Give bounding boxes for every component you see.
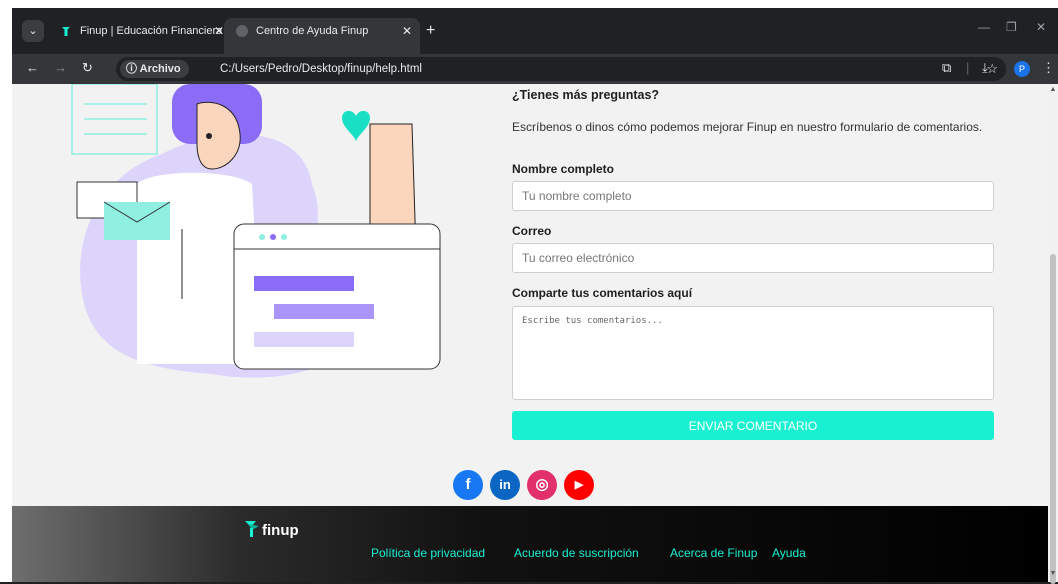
headset-mic-icon [206, 133, 212, 139]
youtube-glyph: ▶ [574, 479, 584, 491]
address-bar[interactable]: ⓘ Archivo C:/Users/Pedro/Desktop/finup/h… [116, 57, 1006, 81]
comments-label: Comparte tus comentarios aquí [512, 286, 693, 300]
window-top-strip [0, 0, 1058, 8]
profile-avatar[interactable]: P [1014, 61, 1030, 77]
tab-strip: ⌄ Finup | Educación Financiera ✕ Centro … [12, 8, 1058, 54]
page-scrollbar[interactable]: ▲ ▼ [1048, 84, 1058, 584]
instagram-icon[interactable]: ◎ [527, 470, 557, 500]
back-arrow-icon[interactable]: ← [26, 60, 39, 75]
finup-favicon-icon [62, 27, 70, 36]
site-footer: finup Política de privacidad Acuerdo de … [12, 506, 1048, 582]
about-finup-link[interactable]: Acerca de Finup [670, 546, 757, 560]
tab-close-icon[interactable]: ✕ [214, 18, 224, 44]
scroll-up-icon[interactable]: ▲ [1049, 86, 1057, 93]
facebook-icon[interactable]: f [453, 470, 483, 500]
tab-finup-educacion[interactable]: Finup | Educación Financiera ✕ [52, 18, 232, 44]
submit-feedback-button[interactable]: Enviar comentario [512, 411, 994, 440]
tab-centro-ayuda[interactable]: Centro de Ayuda Finup ✕ [224, 18, 420, 54]
tab-title: Centro de Ayuda Finup [256, 25, 369, 37]
new-tab-button[interactable]: + [426, 18, 435, 44]
scroll-down-icon[interactable]: ▼ [1049, 570, 1057, 577]
browser-window-illustration [233, 223, 441, 370]
subscription-agreement-link[interactable]: Acuerdo de suscripción [514, 546, 639, 560]
form-subheading: Escríbenos o dinos cómo podemos mejorar … [512, 120, 983, 134]
download-icon[interactable]: ⤓ [982, 60, 988, 76]
youtube-icon[interactable]: ▶ [564, 470, 594, 500]
name-label: Nombre completo [512, 162, 615, 176]
browser-toolbar: ← → ↻ ⓘ Archivo C:/Users/Pedro/Desktop/f… [12, 54, 1058, 84]
name-input[interactable] [512, 181, 994, 211]
privacy-policy-link[interactable]: Política de privacidad [371, 546, 485, 560]
instagram-glyph: ◎ [535, 476, 549, 493]
url-text[interactable]: C:/Users/Pedro/Desktop/finup/help.html [220, 57, 422, 81]
tab-close-icon[interactable]: ✕ [402, 18, 412, 44]
scroll-thumb[interactable] [1050, 254, 1056, 584]
forward-arrow-icon[interactable]: → [54, 60, 67, 75]
support-illustration [71, 84, 441, 378]
extensions-icon[interactable]: ⧉ [942, 60, 951, 76]
minimize-icon[interactable]: — [978, 20, 990, 34]
finup-logo-icon [245, 521, 259, 537]
reload-icon[interactable]: ↻ [82, 60, 93, 76]
form-heading: ¿Tienes más preguntas? [512, 88, 660, 102]
comments-textarea[interactable] [512, 306, 994, 400]
email-input[interactable] [512, 243, 994, 273]
globe-favicon-icon [236, 25, 248, 37]
close-window-icon[interactable]: ✕ [1036, 20, 1046, 34]
browser-window: ⌄ Finup | Educación Financiera ✕ Centro … [0, 0, 1058, 584]
heart-icon [342, 110, 370, 142]
tab-title: Finup | Educación Financiera [80, 25, 223, 37]
facebook-glyph: f [465, 476, 471, 493]
restore-icon[interactable]: ❐ [1006, 20, 1017, 34]
finup-logo-text[interactable]: finup [262, 522, 299, 539]
toolbar-divider: | [966, 60, 970, 75]
bookmark-star-icon[interactable]: ☆ [986, 57, 998, 81]
linkedin-glyph: in [499, 477, 511, 492]
page-viewport: ¿Tienes más preguntas? Escríbenos o dino… [12, 84, 1048, 506]
menu-kebab-icon[interactable]: ⋮ [1042, 60, 1055, 76]
email-label: Correo [512, 224, 552, 238]
tab-search-button[interactable]: ⌄ [22, 20, 44, 42]
site-info-chip[interactable]: ⓘ Archivo [120, 60, 189, 78]
linkedin-icon[interactable]: in [490, 470, 520, 500]
help-link[interactable]: Ayuda [772, 546, 806, 560]
